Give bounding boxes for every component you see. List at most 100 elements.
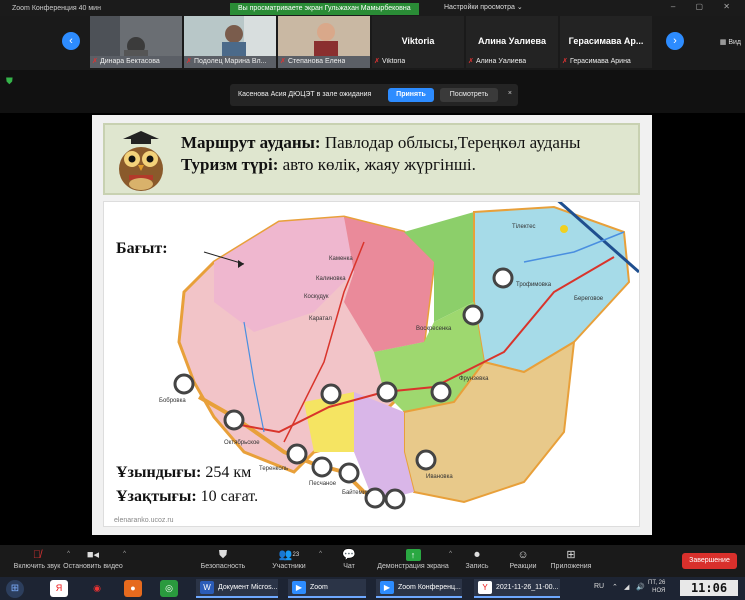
firefox-icon[interactable]: ● [124, 580, 142, 597]
map-place-label: Октябрьское [224, 440, 260, 446]
reactions-label: Реакции [509, 563, 537, 570]
shield-icon: ⛊ [218, 549, 228, 561]
map-place-label: Трофимовка [516, 282, 552, 288]
route-area-line: Маршрут ауданы: Павлодар облысы,Тереңкөл… [181, 133, 580, 153]
muted-mic-icon: ✗ [468, 58, 474, 65]
antivirus-icon[interactable]: ◉ [88, 580, 106, 597]
see-waiting-button[interactable]: Посмотреть [440, 88, 498, 102]
network-icon[interactable]: ◢ [624, 583, 629, 591]
gallery-prev-button[interactable]: ‹ [62, 32, 80, 50]
stop-video-button[interactable]: ■◂ Остановить видео ^ [56, 547, 130, 570]
volume-icon[interactable]: 🔊 [636, 583, 645, 591]
gallery-next-button[interactable]: › [666, 32, 684, 50]
route-stop-marker[interactable] [492, 267, 514, 289]
participant-name: Подолец Марина Вл... [194, 58, 267, 65]
taskbar-zoom[interactable]: ▶ Zoom [288, 579, 366, 598]
taskbar-yandex-file[interactable]: Y 2021-11-26_11-00... [474, 579, 560, 598]
tray-chevron-icon[interactable]: ⌃ [612, 583, 618, 591]
participant-tile[interactable]: Viktoria ✗ Viktoria [372, 16, 464, 68]
security-shield-icon[interactable]: ⛊ [6, 76, 13, 87]
tourism-type-line: Туризм түрі: авто көлік, жаяу жүргінші. [181, 155, 476, 175]
map-place-label: Теренколь [259, 466, 288, 472]
chrome-icon[interactable]: ◎ [160, 580, 178, 597]
route-stop-marker[interactable] [384, 488, 406, 510]
muted-mic-icon: ✗ [374, 58, 380, 65]
zoom-icon: ▶ [292, 581, 306, 594]
participant-name: Степанова Елена [288, 58, 346, 65]
participant-gallery: ‹ ✗ Динара Бектасова ✗ Подолец Марина Вл… [0, 16, 745, 70]
waiting-room-notice: Касенова Асия ДЮЦЭТ в зале ожидания Прин… [230, 84, 518, 106]
map-place-label: Байтемир [342, 489, 370, 496]
taskbar-word-document[interactable]: W Документ Micros... [196, 579, 278, 598]
route-length-label: Ұзындығы: [116, 464, 202, 481]
window-controls[interactable]: – ▢ ✕ [671, 2, 739, 11]
security-label: Безопасность [200, 563, 246, 570]
participant-tile[interactable]: Герасимава Ар... ✗ Герасимава Арина [560, 16, 652, 68]
route-stop-marker[interactable] [462, 304, 484, 326]
participant-display-name: Герасимава Ар... [568, 36, 644, 46]
route-map: Тілектес Трофимовка Береговое Каменка Ка… [103, 201, 640, 527]
apps-label: Приложения [550, 563, 592, 570]
yandex-icon[interactable]: Я [50, 580, 68, 597]
route-stop-marker[interactable] [173, 373, 195, 395]
route-area-value: Павлодар облысы,Тереңкөл ауданы [320, 133, 581, 152]
taskbar-zoom-conference[interactable]: ▶ Zoom Конференц... [376, 579, 462, 598]
view-options-menu[interactable]: Настройки просмотра ⌄ [444, 3, 523, 11]
windows-taskbar: ⊞ Я ◉ ● ◎ W Документ Micros... ▶ Zoom ▶ Zoo… [0, 577, 745, 600]
participant-tile[interactable]: ✗ Степанова Елена [278, 16, 370, 68]
participant-name: Алина Уалиева [476, 58, 527, 65]
map-place-label: Коскудук [304, 294, 329, 300]
zoom-icon: ▶ [380, 581, 394, 594]
security-button[interactable]: ⛊ Безопасность [186, 547, 260, 570]
tourism-type-value: авто көлік, жаяу жүргінші. [278, 155, 476, 174]
participant-display-name: Viktoria [401, 36, 435, 46]
route-duration-value: 10 сағат. [196, 488, 259, 505]
route-length-value: 254 км [201, 464, 252, 481]
participant-tile[interactable]: ✗ Динара Бектасова [90, 16, 182, 68]
close-icon[interactable]: × [508, 90, 512, 97]
route-stop-marker[interactable] [338, 462, 360, 484]
participant-display-name: Алина Уалиева [478, 36, 546, 46]
muted-mic-icon: ✗ [562, 58, 568, 65]
participants-label: Участники [272, 563, 306, 570]
meeting-toolbar: 🎙̸ Включить звук ^ ■◂ Остановить видео ^… [0, 545, 745, 577]
windows-start-icon[interactable]: ⊞ [6, 580, 24, 598]
participant-tile[interactable]: Алина Уалиева ✗ Алина Уалиева [466, 16, 558, 68]
route-stop-marker[interactable] [286, 443, 308, 465]
route-stop-marker[interactable] [320, 383, 342, 405]
view-button[interactable]: ▦ Вид [720, 38, 741, 46]
route-stop-marker[interactable] [415, 449, 437, 471]
taskbar-clock[interactable]: 11:06 [680, 580, 738, 596]
share-screen-label: Демонстрация экрана [377, 563, 449, 570]
slide-header: Маршрут ауданы: Павлодар облысы,Тереңкөл… [103, 123, 640, 195]
taskbar-day: ПТ, 26 [648, 580, 666, 586]
map-place-label: Ивановка [426, 474, 453, 480]
taskbar-month: НОЯ [652, 588, 666, 594]
map-place-label: Песчаное [309, 481, 337, 487]
apps-button[interactable]: ⊞ Приложения [534, 547, 608, 570]
map-place-label: Бобровка [159, 398, 186, 404]
end-meeting-button[interactable]: Завершение [682, 553, 737, 569]
task-label: Zoom [310, 584, 328, 591]
muted-mic-icon: ✗ [280, 58, 286, 65]
chat-label: Чат [343, 563, 355, 570]
route-stop-marker[interactable] [311, 456, 333, 478]
participant-tile[interactable]: ✗ Подолец Марина Вл... [184, 16, 276, 68]
stop-video-label: Остановить видео [63, 563, 123, 570]
route-length: Ұзындығы: 254 км [116, 464, 251, 482]
route-stop-marker[interactable] [430, 381, 452, 403]
route-area-label: Маршрут ауданы: [181, 133, 321, 152]
muted-mic-icon: ✗ [186, 58, 192, 65]
map-place-label: Береговое [574, 296, 604, 302]
participant-video-icon [184, 16, 276, 56]
map-place-label: Тілектес [512, 224, 536, 230]
chevron-up-icon[interactable]: ^ [123, 551, 126, 557]
direction-label: Бағыт: [116, 240, 168, 257]
route-stop-marker[interactable] [376, 381, 398, 403]
participant-name: Герасимава Арина [570, 58, 631, 65]
route-stop-marker[interactable] [223, 409, 245, 431]
window-title: Zoom Конференция 40 мин [12, 4, 101, 12]
admit-button[interactable]: Принять [388, 88, 434, 102]
tourism-type-label: Туризм түрі: [181, 155, 279, 174]
language-indicator[interactable]: RU [594, 583, 604, 590]
